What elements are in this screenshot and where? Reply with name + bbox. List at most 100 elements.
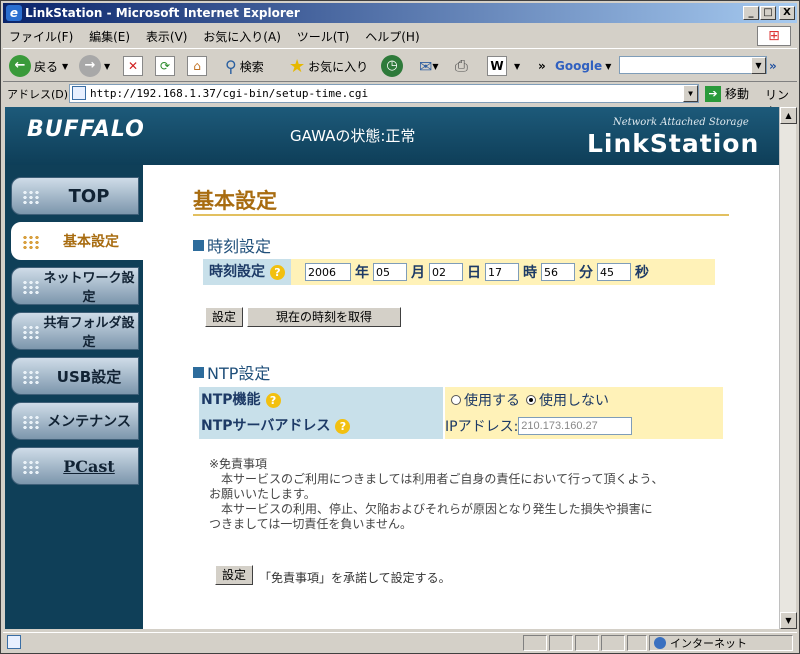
disclaimer-line: 本サービスの利用、停止、欠陥およびそれらが原因となり発生した損失や損害に: [209, 502, 653, 516]
page-header: BUFFALO GAWAの状態:正常 Network Attached Stor…: [5, 107, 779, 165]
ntp-use-radio[interactable]: [451, 395, 461, 405]
ip-address-label: IPアドレス:: [445, 419, 519, 435]
maximize-button[interactable]: □: [760, 6, 776, 20]
nav-basic-settings[interactable]: 基本設定: [11, 222, 143, 260]
back-arrow-icon: ←: [9, 55, 31, 77]
chevron-down-icon: ▼: [605, 61, 612, 71]
section-bullet: [193, 239, 204, 251]
refresh-button[interactable]: ⟳: [155, 53, 178, 79]
submit-set-button[interactable]: 設定: [215, 565, 253, 585]
disclaimer-line: お願いいたします。: [209, 487, 316, 501]
menu-view[interactable]: 表示(V): [140, 25, 194, 48]
forward-button[interactable]: → ▼: [79, 53, 110, 79]
search-icon: ⚲: [225, 56, 237, 76]
menu-edit[interactable]: 編集(E): [83, 25, 136, 48]
print-icon: ⎙: [455, 56, 468, 75]
menu-tools[interactable]: ツール(T): [291, 25, 356, 48]
section-bullet: [193, 366, 204, 378]
help-icon[interactable]: ?: [335, 418, 351, 434]
chevron-down-icon[interactable]: ▼: [683, 85, 698, 102]
ntp-not-use-radio[interactable]: [526, 395, 536, 405]
search-button[interactable]: ⚲ 検索: [225, 53, 264, 79]
edit-button[interactable]: W ▼: [487, 53, 520, 79]
day-input[interactable]: [429, 263, 463, 281]
nav-maintenance[interactable]: メンテナンス: [11, 402, 139, 440]
help-icon[interactable]: ?: [270, 264, 285, 280]
ntp-use-label[interactable]: 使用する: [464, 390, 520, 410]
mail-button[interactable]: ✉ ▼: [419, 53, 439, 79]
go-arrow-icon: ➔: [705, 85, 721, 102]
grid-icon: [22, 280, 40, 294]
nav-label: USB設定: [56, 367, 122, 386]
ie-icon: e: [6, 5, 22, 21]
ntp-not-use-label[interactable]: 使用しない: [539, 390, 609, 410]
disclaimer-line: つきましては一切責任を負いません。: [209, 517, 413, 531]
nav-usb-settings[interactable]: USB設定: [11, 357, 139, 395]
google-more-button[interactable]: »: [769, 53, 777, 79]
menu-favorites[interactable]: お気に入り(A): [197, 25, 287, 48]
grid-icon: [22, 190, 40, 204]
close-button[interactable]: X: [779, 6, 795, 20]
nav-label: 共有フォルダ設定: [43, 316, 135, 350]
browser-window: e LinkStation - Microsoft Internet Explo…: [0, 0, 800, 654]
google-button[interactable]: Google ▼: [555, 53, 611, 79]
menu-help[interactable]: ヘルプ(H): [359, 25, 425, 48]
more-button[interactable]: »: [538, 53, 546, 79]
ntp-function-label: NTP機能 ?: [199, 387, 443, 413]
minute-input[interactable]: [541, 263, 575, 281]
stop-button[interactable]: ✕: [123, 53, 146, 79]
history-button[interactable]: ◷: [381, 53, 406, 79]
year-unit: 年: [355, 265, 369, 281]
time-section-heading: 時刻設定: [193, 233, 271, 257]
chevron-down-icon[interactable]: ▼: [751, 57, 766, 74]
nav-top[interactable]: TOP: [11, 177, 139, 215]
home-button[interactable]: ⌂: [187, 53, 210, 79]
chevron-down-icon: ▼: [432, 61, 439, 71]
address-label: アドレス(D): [7, 88, 69, 101]
time-set-button[interactable]: 設定: [205, 307, 243, 327]
menu-file[interactable]: ファイル(F): [3, 25, 79, 48]
grid-icon: [22, 325, 40, 339]
ntp-server-label: NTPサーバアドレス ?: [199, 413, 443, 439]
product-subtitle: Network Attached Storage: [613, 117, 749, 128]
status-cell: [575, 635, 599, 651]
hour-input[interactable]: [485, 263, 519, 281]
year-input[interactable]: [305, 263, 351, 281]
favorites-button[interactable]: ★ お気に入り: [289, 53, 368, 79]
ntp-ip-input[interactable]: [518, 417, 633, 435]
product-logo: LinkStation: [587, 129, 760, 158]
second-input[interactable]: [597, 263, 631, 281]
refresh-icon: ⟳: [155, 56, 175, 76]
help-icon[interactable]: ?: [265, 392, 281, 408]
forward-arrow-icon: →: [79, 55, 101, 77]
scroll-down-icon[interactable]: ▼: [780, 612, 797, 629]
title-bar: e LinkStation - Microsoft Internet Explo…: [3, 3, 797, 23]
chevron-down-icon: ▼: [104, 61, 111, 71]
nav-pcast[interactable]: PCast: [11, 447, 139, 485]
time-setting-label: 時刻設定 ?: [203, 259, 291, 285]
google-search-input[interactable]: ▼: [619, 56, 767, 74]
vertical-scrollbar[interactable]: ▲ ▼: [779, 107, 797, 629]
month-unit: 月: [411, 265, 425, 281]
grid-icon: [22, 460, 40, 474]
print-button[interactable]: ⎙: [455, 53, 468, 79]
ntp-function-row: NTP機能 ? 使用する 使用しない: [199, 387, 723, 413]
time-setting-row: 時刻設定 ? 年 月 日 時 分 秒: [203, 259, 715, 285]
go-button[interactable]: ➔ 移動: [705, 85, 749, 102]
toolbar: ← 戻る ▼ → ▼ ✕ ⟳ ⌂ ⚲ 検索 ★ お気に入り ◷ ✉ ▼ ⎙ W …: [3, 48, 797, 82]
address-input[interactable]: http://192.168.1.37/cgi-bin/setup-time.c…: [69, 84, 699, 103]
disclaimer-line: 本サービスのご利用につきましては利用者ご自身の責任において行って頂くよう、: [209, 472, 664, 486]
nav-network-settings[interactable]: ネットワーク設定: [11, 267, 139, 305]
scroll-up-icon[interactable]: ▲: [780, 107, 797, 124]
buffalo-logo: BUFFALO: [27, 117, 145, 142]
device-status: GAWAの状態:正常: [290, 127, 416, 145]
get-current-time-button[interactable]: 現在の時刻を取得: [247, 307, 401, 327]
nav-shared-folder-settings[interactable]: 共有フォルダ設定: [11, 312, 139, 350]
grid-icon: [22, 370, 40, 384]
second-unit: 秒: [635, 265, 649, 281]
hour-unit: 時: [523, 265, 537, 281]
month-input[interactable]: [373, 263, 407, 281]
time-section-title: 時刻設定: [207, 237, 272, 256]
back-button[interactable]: ← 戻る ▼: [9, 53, 68, 79]
minimize-button[interactable]: _: [743, 6, 759, 20]
